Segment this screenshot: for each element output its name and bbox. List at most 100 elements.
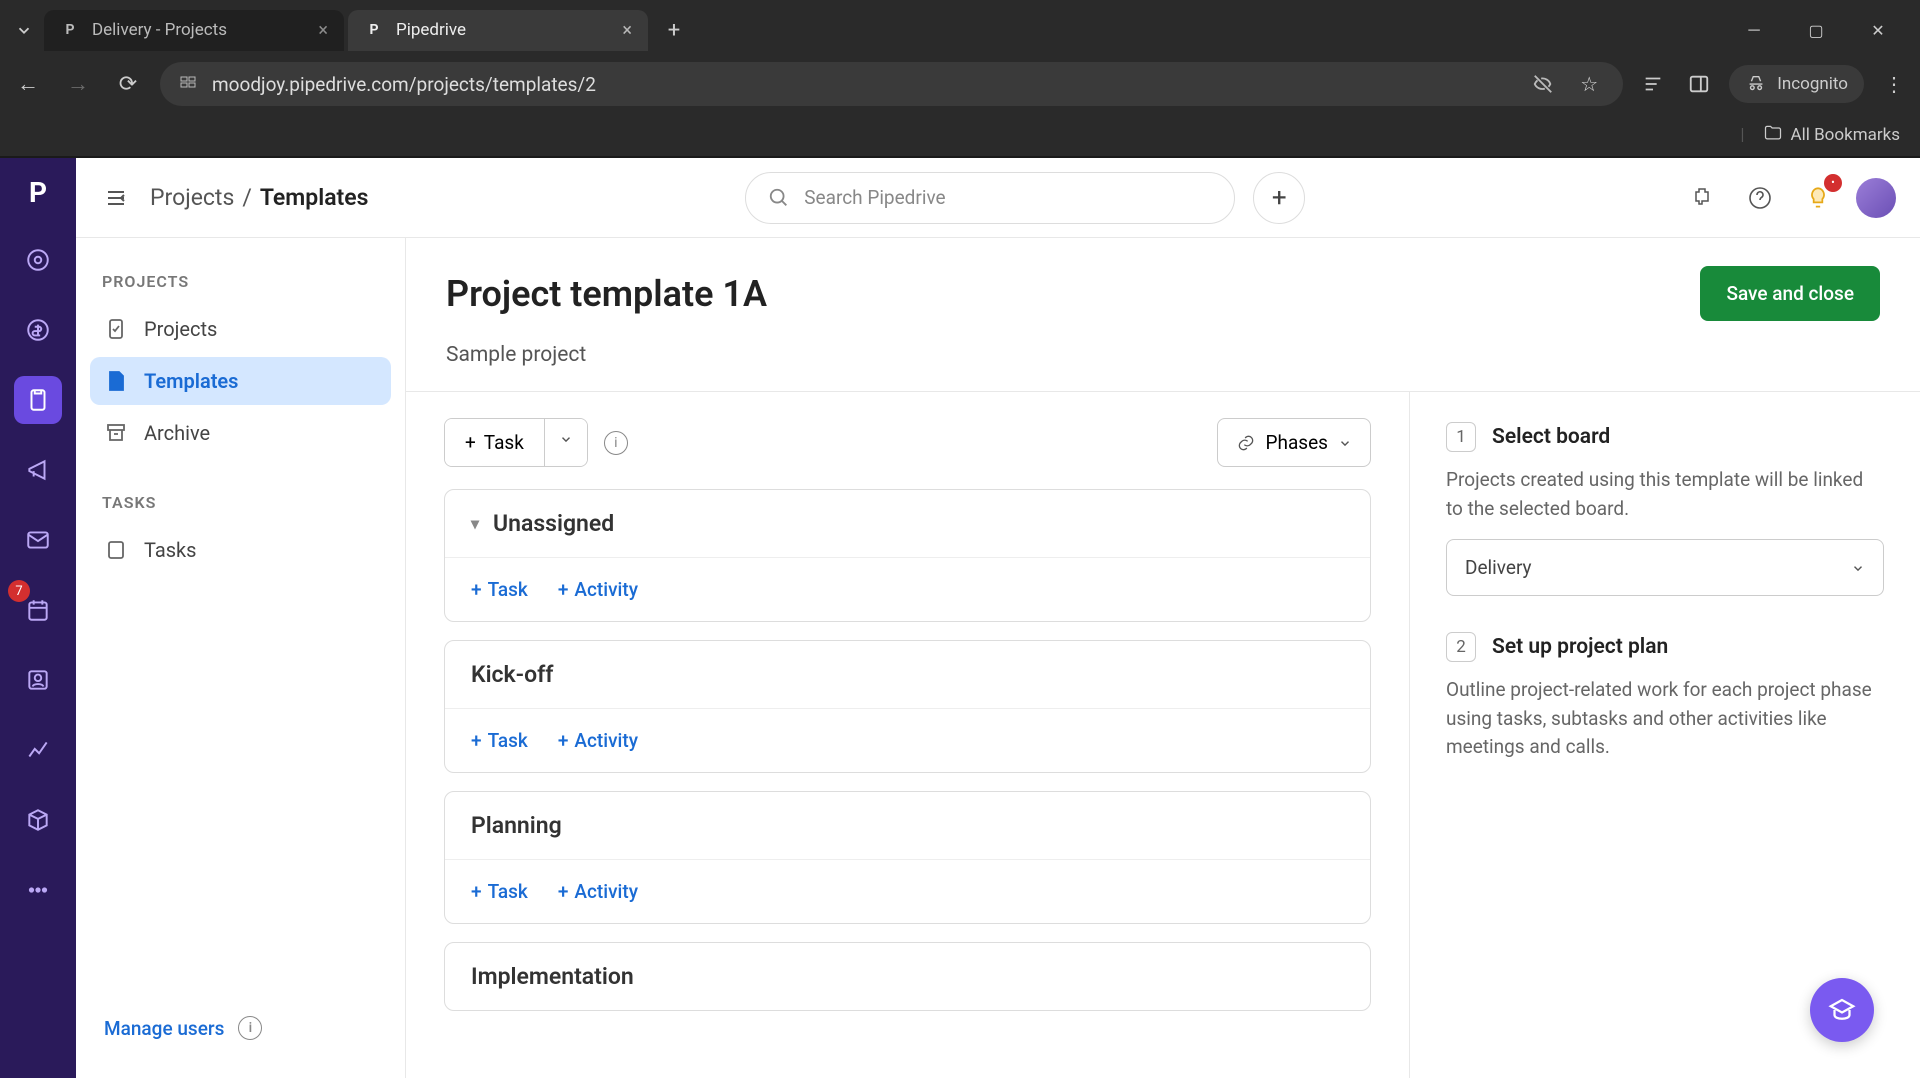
browser-tab-active[interactable]: P Pipedrive × xyxy=(348,10,648,51)
task-label: Task xyxy=(484,431,524,454)
info-icon[interactable]: i xyxy=(604,431,628,455)
collapse-sidebar-button[interactable] xyxy=(100,182,132,214)
manage-users-label: Manage users xyxy=(104,1017,224,1040)
step-number: 2 xyxy=(1446,632,1476,662)
add-task-inline[interactable]: +Task xyxy=(459,723,540,758)
add-activity-inline[interactable]: +Activity xyxy=(546,874,650,909)
rail-contacts[interactable] xyxy=(14,656,62,704)
close-window-button[interactable]: ✕ xyxy=(1856,14,1900,46)
sales-assistant-icon[interactable]: • xyxy=(1798,178,1838,218)
rail-products[interactable] xyxy=(14,796,62,844)
rail-insights[interactable] xyxy=(14,726,62,774)
phase-card-planning: Planning +Task +Activity xyxy=(444,791,1371,924)
quick-add-button[interactable]: + xyxy=(1253,172,1305,224)
breadcrumb: Projects / Templates xyxy=(150,184,368,211)
help-icon[interactable] xyxy=(1740,178,1780,218)
tab-close-icon[interactable]: × xyxy=(622,20,632,41)
url-input[interactable]: moodjoy.pipedrive.com/projects/templates… xyxy=(160,62,1623,106)
tab-close-icon[interactable]: × xyxy=(318,20,328,41)
sidebar-item-label: Archive xyxy=(144,421,210,445)
app-shell: P 7 Projects / Templates Se xyxy=(0,158,1920,1078)
academic-cap-icon xyxy=(1827,995,1857,1025)
browser-tab-inactive[interactable]: P Delivery - Projects × xyxy=(44,10,344,51)
step-title: Set up project plan xyxy=(1492,635,1668,659)
step-title: Select board xyxy=(1492,425,1610,449)
sidebar-item-archive[interactable]: Archive xyxy=(90,409,391,457)
phase-actions: +Task +Activity xyxy=(445,557,1370,621)
minimize-button[interactable]: ─ xyxy=(1732,14,1776,46)
reading-list-icon[interactable] xyxy=(1637,68,1669,100)
url-text: moodjoy.pipedrive.com/projects/templates… xyxy=(212,73,1513,96)
sidebar-item-label: Templates xyxy=(144,369,238,393)
chevron-down-icon: ▾ xyxy=(471,514,479,533)
tab-search-button[interactable] xyxy=(8,14,40,46)
new-tab-button[interactable]: + xyxy=(658,14,690,46)
step-description: Projects created using this template wil… xyxy=(1446,466,1884,523)
add-task-inline[interactable]: +Task xyxy=(459,572,540,607)
workspace-body: + Task + Activity xyxy=(406,392,1920,1078)
breadcrumb-projects[interactable]: Projects xyxy=(150,184,234,211)
info-icon: i xyxy=(238,1016,262,1040)
reload-button[interactable]: ⟳ xyxy=(110,66,146,102)
user-avatar[interactable] xyxy=(1856,178,1896,218)
rail-deals[interactable] xyxy=(14,306,62,354)
back-button[interactable]: ← xyxy=(10,66,46,102)
eye-off-icon[interactable] xyxy=(1527,68,1559,100)
extensions-icon[interactable] xyxy=(1682,178,1722,218)
page-subtitle[interactable]: Sample project xyxy=(446,343,1880,367)
phase-title: Kick-off xyxy=(471,661,554,688)
incognito-badge[interactable]: Incognito xyxy=(1729,65,1864,103)
add-activity-inline[interactable]: +Activity xyxy=(546,572,650,607)
page-title[interactable]: Project template 1A xyxy=(446,273,1680,315)
rail-activities[interactable]: 7 xyxy=(14,586,62,634)
save-and-close-button[interactable]: Save and close xyxy=(1700,266,1880,321)
manage-users-link[interactable]: Manage users i xyxy=(90,1004,391,1052)
sidebar-item-label: Projects xyxy=(144,317,217,341)
site-settings-icon[interactable] xyxy=(178,72,198,97)
phases-dropdown-button[interactable]: Phases xyxy=(1217,418,1371,467)
phase-actions: +Task +Activity xyxy=(445,708,1370,772)
phase-header[interactable]: ▾ Unassigned xyxy=(445,490,1370,557)
add-task-button[interactable]: + Task xyxy=(445,419,544,466)
forward-button[interactable]: → xyxy=(60,66,96,102)
chevron-down-icon xyxy=(1851,561,1865,575)
phase-title: Planning xyxy=(471,812,562,839)
add-activity-inline[interactable]: +Activity xyxy=(546,723,650,758)
sidebar-item-templates[interactable]: Templates xyxy=(90,357,391,405)
tab-favicon: P xyxy=(60,20,80,40)
search-input[interactable]: Search Pipedrive xyxy=(745,172,1235,224)
bookmark-star-icon[interactable]: ☆ xyxy=(1573,68,1605,100)
side-panel-icon[interactable] xyxy=(1683,68,1715,100)
board-select[interactable]: Delivery xyxy=(1446,539,1884,596)
breadcrumb-templates[interactable]: Templates xyxy=(260,184,369,211)
add-task-inline[interactable]: +Task xyxy=(459,874,540,909)
incognito-label: Incognito xyxy=(1777,74,1848,94)
address-bar: ← → ⟳ moodjoy.pipedrive.com/projects/tem… xyxy=(0,54,1920,114)
phase-header[interactable]: Implementation xyxy=(445,943,1370,1010)
phase-header[interactable]: Planning xyxy=(445,792,1370,859)
help-fab[interactable] xyxy=(1810,978,1874,1042)
guide-step-2: 2 Set up project plan Outline project-re… xyxy=(1446,632,1884,762)
tab-title: Pipedrive xyxy=(396,20,610,40)
browser-menu-icon[interactable]: ⋮ xyxy=(1878,68,1910,100)
rail-mail[interactable] xyxy=(14,516,62,564)
rail-campaigns[interactable] xyxy=(14,446,62,494)
rail-home[interactable] xyxy=(14,236,62,284)
rail-badge: 7 xyxy=(8,580,30,602)
tab-title: Delivery - Projects xyxy=(92,20,306,40)
rail-projects[interactable] xyxy=(14,376,62,424)
phase-header[interactable]: Kick-off xyxy=(445,641,1370,708)
rail-more[interactable] xyxy=(14,866,62,914)
maximize-button[interactable]: ▢ xyxy=(1794,14,1838,46)
all-bookmarks-link[interactable]: All Bookmarks xyxy=(1791,125,1900,145)
bookmarks-bar: | All Bookmarks xyxy=(0,114,1920,158)
chevron-down-icon xyxy=(559,432,573,446)
task-type-dropdown-button[interactable] xyxy=(544,419,587,466)
phase-card-unassigned: ▾ Unassigned +Task +Activity xyxy=(444,489,1371,622)
sidebar-item-tasks[interactable]: Tasks xyxy=(90,526,391,574)
step-description: Outline project-related work for each pr… xyxy=(1446,676,1884,762)
pipedrive-logo[interactable]: P xyxy=(16,170,60,214)
search-icon xyxy=(768,187,790,209)
sidebar-item-projects[interactable]: Projects xyxy=(90,305,391,353)
tab-bar: P Delivery - Projects × P Pipedrive × + … xyxy=(0,0,1920,54)
